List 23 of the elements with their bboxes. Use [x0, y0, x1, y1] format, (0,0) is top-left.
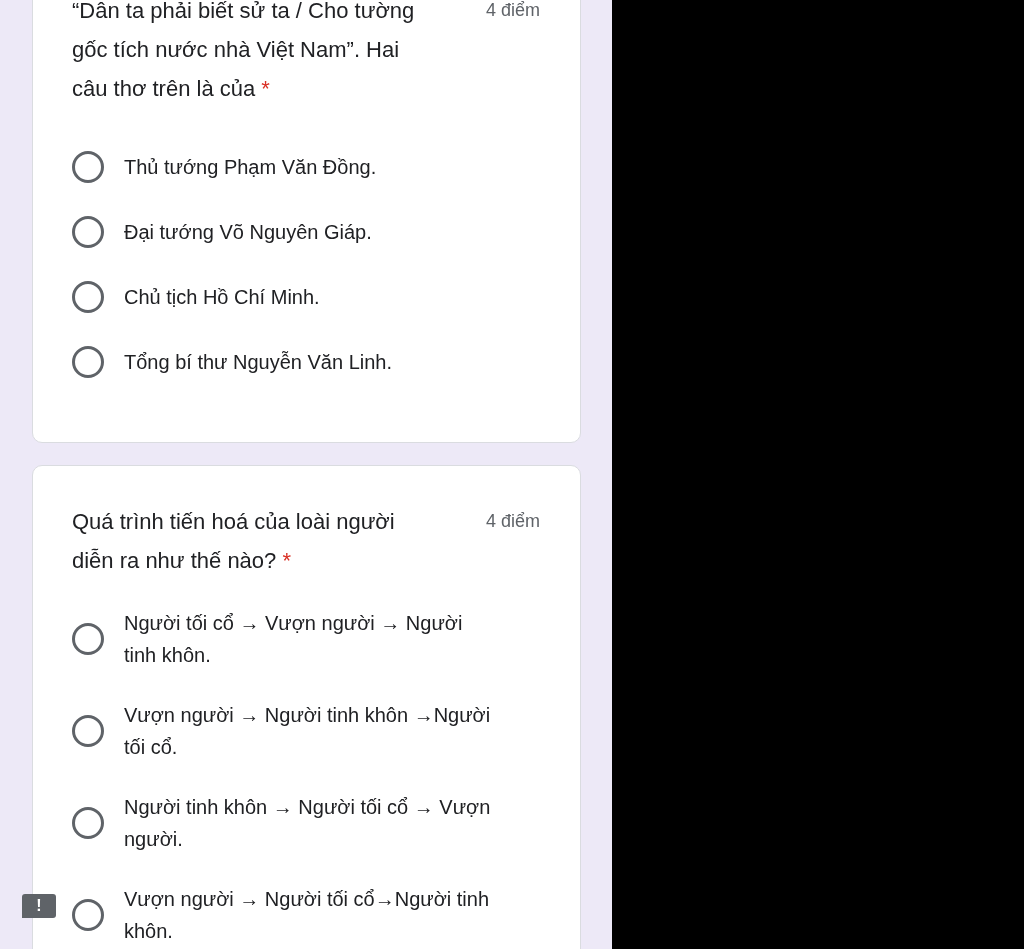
required-mark: *	[261, 76, 270, 101]
option-label[interactable]: Người tối cổ → Vượn người → Người tinh khôn.	[124, 606, 492, 671]
required-mark: *	[282, 548, 291, 573]
question-title: Quá trình tiến hoá của loài người diễn ra như thế nào? *	[72, 508, 396, 575]
radio-button[interactable]	[72, 345, 104, 378]
option-label[interactable]: Thủ tướng Phạm Văn Đồng.	[124, 150, 492, 183]
option-label[interactable]: Vượn người → Người tinh khôn →Người tối cổ.	[124, 698, 492, 763]
option-label[interactable]: Tổng bí thư Nguyễn Văn Linh.	[124, 345, 492, 378]
option-label[interactable]: Vượn người → Người tối cổ→Người tinh khôn.	[124, 882, 492, 947]
option-label[interactable]: Người tinh khôn → Người tối cổ → Vượn người.	[124, 790, 492, 855]
question-title: “Dân ta phải biết sử ta / Cho tường gốc tích nước nhà Việt Nam”. Hai câu thơ trên là của *	[72, 0, 416, 103]
points-label: 4 điểm	[485, 510, 540, 533]
radio-button[interactable]	[72, 714, 104, 747]
radio-button[interactable]	[72, 806, 104, 839]
radio-button[interactable]	[72, 215, 104, 248]
radio-button[interactable]	[72, 622, 104, 655]
radio-button[interactable]	[72, 898, 104, 931]
radio-button[interactable]	[72, 150, 104, 183]
option-label[interactable]: Đại tướng Võ Nguyên Giáp.	[124, 215, 492, 248]
points-label: 4 điểm	[485, 0, 540, 22]
option-label[interactable]: Chủ tịch Hồ Chí Minh.	[124, 280, 492, 313]
feedback-button[interactable]: !	[22, 894, 56, 918]
radio-button[interactable]	[72, 280, 104, 313]
